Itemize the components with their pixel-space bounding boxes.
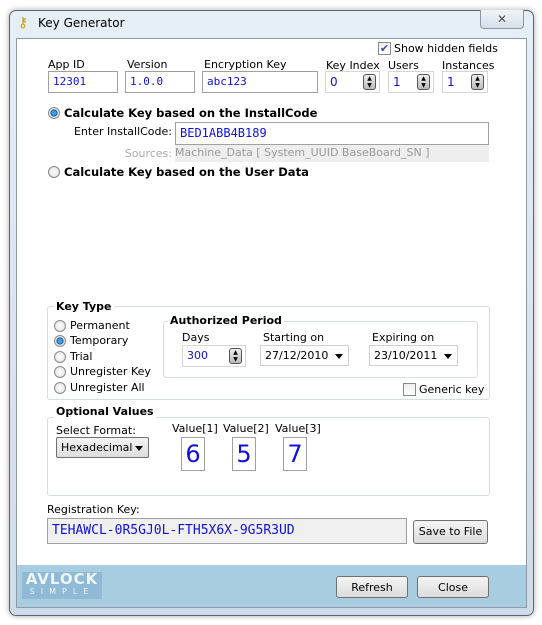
chevron-down-icon: [135, 446, 143, 451]
expiring-on-label: Expiring on: [372, 331, 435, 344]
spin-arrows-icon[interactable]: ▲ ▼: [363, 74, 376, 90]
key-type-trial-radio[interactable]: [54, 351, 66, 363]
mode-installcode-label: Calculate Key based on the InstallCode: [64, 106, 318, 120]
version-input[interactable]: 1.0.0: [125, 71, 195, 93]
value3-input[interactable]: 7: [283, 437, 307, 471]
spin-arrows-icon[interactable]: ▲ ▼: [471, 74, 484, 90]
installcode-input[interactable]: BED1ABB4B189: [175, 122, 489, 145]
encryption-key-label: Encryption Key: [204, 58, 287, 71]
users-value: 1: [393, 75, 401, 89]
logo-top: AVLOCK: [25, 570, 99, 588]
key-type-title: Key Type: [54, 300, 114, 313]
days-label: Days: [182, 331, 210, 344]
logo-bottom: SIMPLE: [29, 587, 95, 596]
sources-label: Sources:: [124, 147, 172, 160]
format-value: Hexadecimal: [61, 441, 133, 454]
mode-userdata-radio[interactable]: [48, 166, 60, 178]
mode-installcode-radio[interactable]: [48, 107, 60, 119]
key-type-unregister-all-radio[interactable]: [54, 382, 66, 394]
key-type-unregister-key-radio[interactable]: [54, 366, 66, 378]
show-hidden-checkbox[interactable]: ✔: [378, 42, 391, 55]
installcode-label: Enter InstallCode:: [73, 125, 172, 138]
expiring-on-datepicker[interactable]: 23/10/2011: [369, 345, 458, 366]
mode-userdata-label: Calculate Key based on the User Data: [64, 165, 309, 179]
days-stepper[interactable]: 300 ▲ ▼: [182, 345, 246, 367]
registration-key-field[interactable]: TEHAWCL-0R5GJ0L-FTH5X6X-9G5R3UD: [47, 518, 407, 544]
chevron-down-icon: [335, 354, 343, 359]
key-type-temporary-radio[interactable]: [54, 335, 66, 347]
window-title: Key Generator: [38, 16, 125, 30]
value2-input[interactable]: 5: [232, 437, 256, 471]
format-dropdown[interactable]: Hexadecimal: [56, 437, 149, 458]
app-id-input[interactable]: 12301: [48, 71, 118, 93]
key-index-stepper[interactable]: 0 ▲ ▼: [325, 71, 380, 93]
value1-input[interactable]: 6: [181, 437, 205, 471]
window-close-button[interactable]: ✕: [480, 10, 524, 29]
authorized-period-title: Authorized Period: [168, 314, 284, 327]
value2-label: Value[2]: [223, 422, 269, 435]
show-hidden-label: Show hidden fields: [394, 42, 498, 55]
key-icon: ⚷: [18, 15, 29, 31]
select-format-label: Select Format:: [56, 424, 136, 437]
days-value: 300: [187, 349, 208, 362]
refresh-button[interactable]: Refresh: [336, 576, 408, 598]
users-stepper[interactable]: 1 ▲ ▼: [388, 71, 434, 93]
save-to-file-button[interactable]: Save to File: [413, 520, 488, 544]
key-type-unregister-all-label: Unregister All: [70, 381, 145, 394]
key-type-permanent-label: Permanent: [70, 319, 130, 332]
key-type-temporary-label: Temporary: [70, 334, 129, 347]
registration-key-label: Registration Key:: [47, 503, 140, 516]
optional-values-title: Optional Values: [54, 405, 156, 418]
key-type-unregister-key-label: Unregister Key: [70, 365, 151, 378]
starting-on-datepicker[interactable]: 27/12/2010: [260, 345, 349, 366]
expiring-on-value: 23/10/2011: [374, 349, 438, 362]
key-type-trial-label: Trial: [70, 350, 93, 363]
app-id-label: App ID: [48, 58, 85, 71]
key-type-permanent-radio[interactable]: [54, 320, 66, 332]
starting-on-label: Starting on: [263, 331, 325, 344]
value3-label: Value[3]: [275, 422, 321, 435]
encryption-key-input[interactable]: abc123: [202, 71, 318, 93]
chevron-down-icon: [444, 354, 452, 359]
spin-arrows-icon[interactable]: ▲ ▼: [417, 74, 430, 90]
instances-stepper[interactable]: 1 ▲ ▼: [442, 71, 488, 93]
instances-value: 1: [447, 75, 455, 89]
avlock-logo: AVLOCK SIMPLE: [22, 572, 102, 599]
generic-key-checkbox[interactable]: [403, 383, 416, 396]
generic-key-label: Generic key: [419, 383, 485, 396]
close-button[interactable]: Close: [417, 576, 489, 598]
value1-label: Value[1]: [172, 422, 218, 435]
starting-on-value: 27/12/2010: [265, 349, 329, 362]
sources-value: Machine_Data [ System_UUID BaseBoard_SN …: [175, 145, 489, 162]
version-label: Version: [127, 58, 168, 71]
spin-arrows-icon[interactable]: ▲ ▼: [229, 348, 242, 364]
key-index-value: 0: [330, 75, 338, 89]
